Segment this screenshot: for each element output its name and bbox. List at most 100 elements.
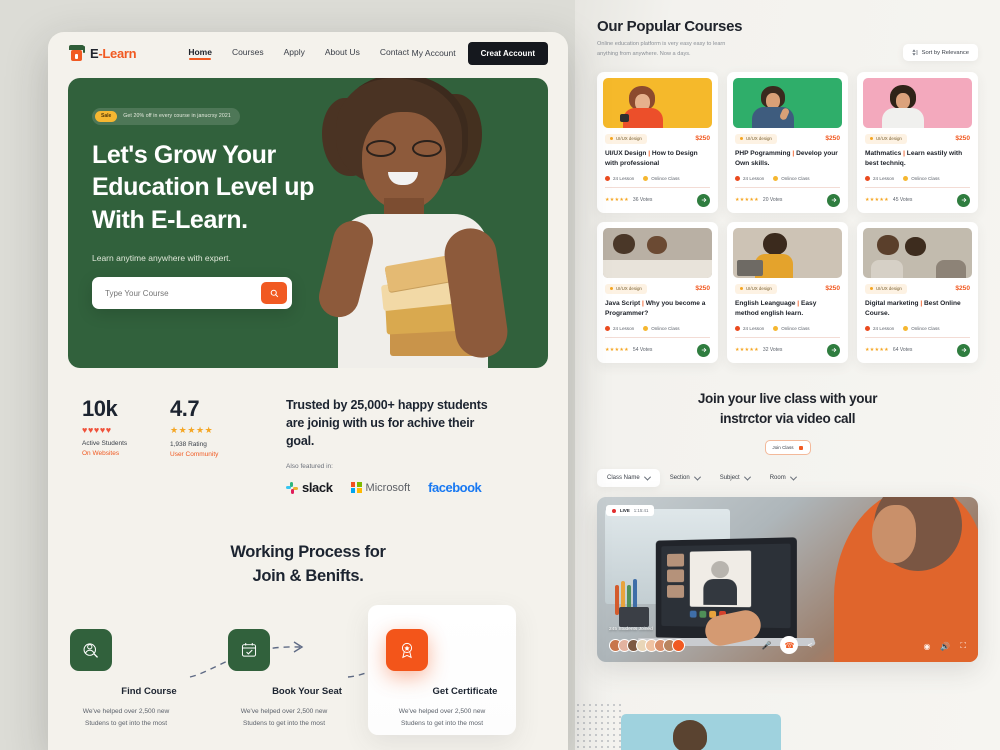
nav-item-contact[interactable]: Contact: [380, 47, 409, 60]
settings-icon[interactable]: ◉: [923, 642, 930, 651]
votes-label: 32 Votes: [762, 347, 783, 354]
process-step-find-course[interactable]: Find Course We've helped over 2,500 new …: [70, 629, 228, 729]
logo[interactable]: E-Learn: [68, 44, 137, 62]
nav-item-about-us[interactable]: About Us: [325, 47, 360, 60]
courses-panel: Our Popular Courses Online education pla…: [575, 0, 1000, 750]
main-nav: Home Courses Apply About Us Contact: [188, 47, 409, 60]
live-class-title: Join your live class with your instrctor…: [597, 389, 978, 430]
course-go-button[interactable]: [697, 343, 710, 357]
process-steps: Find Course We've helped over 2,500 new …: [48, 605, 568, 736]
hero-line2: Education Level up: [92, 173, 314, 201]
course-mode: Onlince Class: [643, 175, 680, 181]
search-button[interactable]: [261, 282, 287, 304]
course-go-button[interactable]: [697, 193, 710, 207]
arrow-right-icon: [831, 197, 836, 203]
hearts-icon: ♥♥♥♥♥: [82, 425, 112, 435]
course-card[interactable]: UI/UX design $250 Mathmatics | Learn eas…: [857, 71, 978, 213]
course-title: UI/UX Design | How to Design with profes…: [605, 149, 698, 168]
process-step-get-certificate[interactable]: Get Certificate We've helped over 2,500 …: [368, 605, 544, 736]
promo-badge: Sale Get 20% off in every course in janu…: [92, 107, 240, 125]
course-price: $250: [825, 135, 840, 143]
avatar-more[interactable]: [672, 639, 685, 653]
live-class-section: Join your live class with your instrctor…: [597, 389, 978, 663]
divider: [735, 336, 840, 338]
nav-item-home[interactable]: Home: [188, 47, 212, 60]
filter-class-name[interactable]: Class Name: [597, 469, 660, 488]
course-title-main: PHP Pogramming: [735, 149, 791, 157]
end-call-icon[interactable]: ☎: [780, 636, 799, 655]
mode-dot-icon: [903, 325, 909, 331]
course-card[interactable]: UI/UX design $250 Java Script | Why you …: [597, 221, 718, 363]
course-card[interactable]: UI/UX design $250 PHP Pogramming | Devel…: [727, 71, 848, 213]
course-lessons: 24 Lesson: [865, 325, 894, 331]
mode-dot-icon: [643, 175, 649, 181]
share-icon[interactable]: <: [807, 641, 812, 650]
next-section-teaser: [621, 714, 781, 750]
logo-text: E-Learn: [90, 45, 137, 61]
filter-section[interactable]: Section: [660, 469, 710, 487]
filter-room[interactable]: Room: [760, 469, 806, 487]
stars-icon: ★★★★★: [735, 197, 759, 204]
glasses-icon: [366, 140, 442, 157]
course-go-button[interactable]: [957, 343, 970, 357]
volume-icon[interactable]: 🔊: [940, 642, 950, 651]
filter-subject[interactable]: Subject: [710, 469, 760, 487]
course-card[interactable]: UI/UX design $250 UI/UX Design | How to …: [597, 71, 718, 213]
nav-item-apply[interactable]: Apply: [284, 47, 305, 60]
divider: [865, 336, 970, 338]
create-account-button[interactable]: Creat Account: [467, 41, 548, 65]
tag-dot-icon: [740, 137, 743, 141]
microsoft-logo: Microsoft: [350, 482, 410, 494]
lesson-dot-icon: [865, 175, 870, 181]
course-rating: ★★★★★ 20 Votes: [735, 197, 782, 203]
course-mode: Onlince Class: [773, 175, 810, 181]
course-search[interactable]: [92, 277, 292, 309]
course-tag: UI/UX design: [865, 283, 907, 294]
step-title: Find Course: [121, 686, 177, 698]
stars-icon: ★★★★★: [170, 425, 214, 435]
joined-avatars: [609, 639, 685, 653]
course-title: Mathmatics | Learn eastily with best tec…: [865, 149, 963, 168]
tag-dot-icon: [870, 287, 873, 291]
votes-label: 36 Votes: [632, 197, 653, 204]
divider: [605, 186, 710, 188]
sort-button[interactable]: Sort by Relevance: [902, 44, 978, 61]
divider: [735, 186, 840, 188]
hero-heading: Let's Grow Your Education Level up With …: [92, 139, 358, 237]
course-title-main: Digital marketing: [865, 299, 919, 307]
tag-dot-icon: [610, 137, 613, 141]
mic-icon[interactable]: 🎤: [762, 641, 772, 650]
courses-title: Our Popular Courses: [597, 18, 743, 35]
course-lessons: 24 Lesson: [735, 325, 764, 331]
fullscreen-icon[interactable]: ⛶: [960, 641, 966, 651]
course-lessons: 24 Lesson: [605, 175, 634, 181]
course-go-button[interactable]: [957, 193, 970, 207]
my-account-link[interactable]: My Account: [412, 48, 456, 58]
trust-heading: Trusted by 25,000+ happy students are jo…: [286, 398, 488, 449]
slack-logo: slack: [286, 480, 333, 495]
course-title: Java Script | Why you become a Programme…: [605, 299, 706, 318]
live-title-line1: Join your live class with your: [697, 390, 878, 406]
course-go-button[interactable]: [827, 193, 840, 207]
stat-label-1: Active Students: [82, 440, 128, 447]
stat-label-2: User Community: [170, 451, 219, 458]
course-price: $250: [955, 135, 970, 143]
process-step-book-seat[interactable]: Book Your Seat We've helped over 2,500 n…: [228, 629, 386, 729]
course-tag: UI/UX design: [605, 133, 647, 144]
votes-label: 45 Votes: [892, 197, 913, 204]
votes-label: 54 Votes: [632, 347, 653, 354]
course-card[interactable]: UI/UX design $250 Digital marketing | Be…: [857, 221, 978, 363]
stat-active-students: 10k ♥♥♥♥♥ Active Students On Websites: [82, 396, 170, 495]
course-go-button[interactable]: [827, 343, 840, 357]
live-video-player[interactable]: LIVE 1:15:41 245 Students Joined 🎤 ☎ < ◉…: [597, 497, 978, 663]
course-card[interactable]: UI/UX design $250 English Leanguage | Ea…: [727, 221, 848, 363]
search-input[interactable]: [97, 288, 261, 298]
nav-item-courses[interactable]: Courses: [232, 47, 264, 60]
stat-number: 10k: [82, 396, 118, 421]
wp-line1: Working Process for: [230, 543, 386, 562]
course-thumbnail: [733, 227, 842, 278]
step-title: Book Your Seat: [272, 686, 342, 698]
course-mode: Onlince Class: [903, 175, 940, 181]
votes-label: 64 Votes: [892, 347, 913, 354]
join-class-button[interactable]: Join Class: [764, 440, 811, 456]
